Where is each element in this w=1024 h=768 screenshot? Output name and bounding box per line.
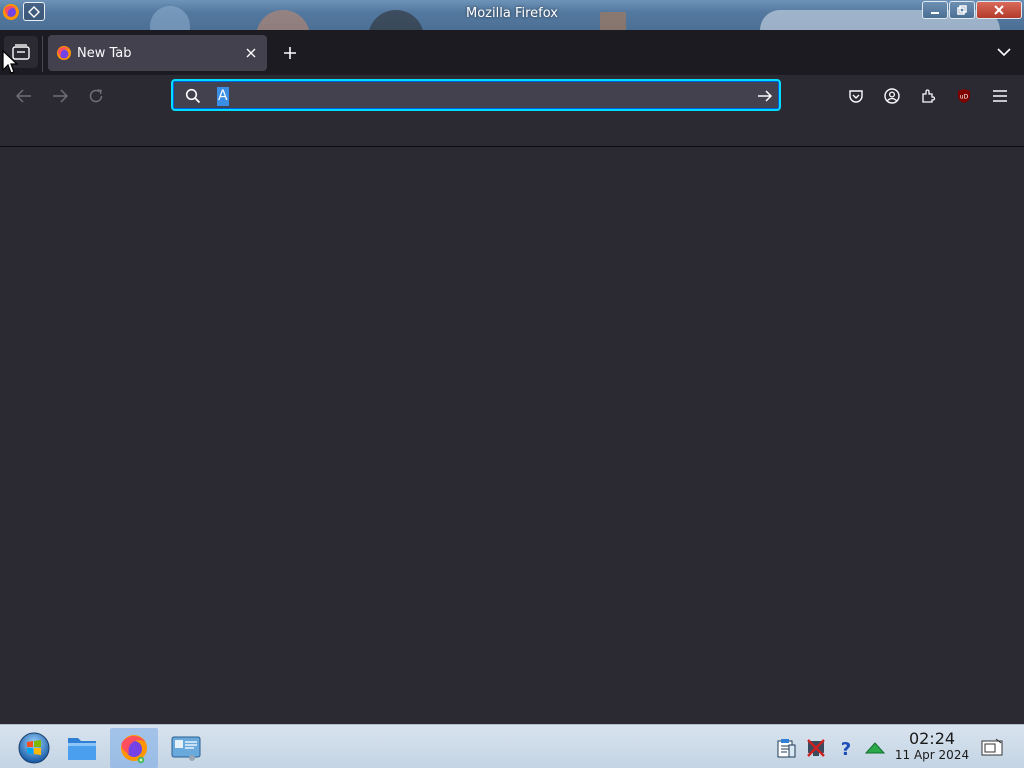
clipboard-tray-icon[interactable] <box>774 736 798 760</box>
extensions-icon <box>922 89 936 103</box>
show-desktop-icon <box>981 738 1003 756</box>
reload-button[interactable] <box>83 83 109 109</box>
tab-title: New Tab <box>77 45 132 61</box>
close-window-button[interactable] <box>976 1 1022 19</box>
show-desktop-button[interactable] <box>980 736 1004 760</box>
ublock-origin-icon: uD <box>958 89 970 103</box>
window-title: Mozilla Firefox <box>466 6 558 21</box>
start-menu-button[interactable] <box>12 728 56 768</box>
url-input[interactable]: A <box>217 87 229 106</box>
firefox-icon <box>57 46 71 60</box>
file-manager-taskbar-button[interactable] <box>60 728 104 768</box>
updates-tray-icon[interactable] <box>863 736 887 760</box>
url-bar[interactable]: A <box>171 79 781 111</box>
firefox-taskbar-button[interactable] <box>110 728 158 768</box>
network-tray-icon[interactable] <box>804 736 828 760</box>
navigation-toolbar: A uD <box>0 75 1024 116</box>
plus-icon <box>284 47 296 59</box>
svg-text:?: ? <box>841 739 851 759</box>
control-panel-icon <box>171 736 201 761</box>
pocket-button[interactable] <box>844 84 868 108</box>
restore-icon <box>957 5 967 15</box>
maximize-button[interactable] <box>949 1 975 19</box>
search-icon <box>185 88 201 104</box>
app-menu-button[interactable] <box>988 84 1012 108</box>
taskbar-clock[interactable]: 02:24 11 Apr 2024 <box>894 729 970 762</box>
window-titlebar[interactable]: Mozilla Firefox <box>0 0 1024 30</box>
clipboard-icon <box>777 739 796 758</box>
svg-text:uD: uD <box>960 94 969 101</box>
close-tab-button[interactable] <box>240 42 262 64</box>
hamburger-menu-icon <box>993 90 1007 102</box>
forward-arrow-icon <box>53 89 68 103</box>
ublock-origin-button[interactable]: uD <box>952 84 976 108</box>
close-icon <box>994 5 1004 15</box>
new-tab-page[interactable] <box>0 147 1024 724</box>
mouse-cursor-icon <box>2 50 18 74</box>
back-arrow-icon <box>16 89 31 103</box>
minimize-icon <box>931 12 939 14</box>
account-icon <box>884 88 900 104</box>
extensions-button[interactable] <box>916 84 940 108</box>
folder-icon <box>68 738 96 760</box>
help-icon: ? <box>841 739 851 759</box>
chevron-down-icon <box>997 48 1011 57</box>
tab-new-tab[interactable]: New Tab <box>48 35 267 71</box>
account-button[interactable] <box>880 84 904 108</box>
new-tab-button[interactable] <box>278 39 302 67</box>
list-all-tabs-button[interactable] <box>992 40 1016 64</box>
forward-button[interactable] <box>47 83 73 109</box>
tab-separator <box>42 36 43 72</box>
back-button[interactable] <box>11 83 37 109</box>
taskbar: ? 02:24 11 Apr 2024 <box>0 724 1024 768</box>
clock-time: 02:24 <box>908 729 956 748</box>
tab-strip: New Tab <box>0 30 1024 75</box>
control-panel-taskbar-button[interactable] <box>164 728 208 768</box>
minimize-button[interactable] <box>922 1 948 19</box>
clock-date: 11 Apr 2024 <box>894 748 970 762</box>
help-tray-icon[interactable]: ? <box>834 736 858 760</box>
pocket-icon <box>849 90 863 103</box>
up-arrow-icon <box>864 742 886 754</box>
reload-icon <box>89 89 103 103</box>
network-disconnected-icon <box>807 739 825 757</box>
toolbar-spacer <box>0 116 1024 146</box>
close-icon <box>246 48 256 58</box>
windows-start-icon <box>18 732 50 764</box>
firefox-icon <box>121 735 147 764</box>
go-arrow-icon[interactable] <box>757 88 773 104</box>
